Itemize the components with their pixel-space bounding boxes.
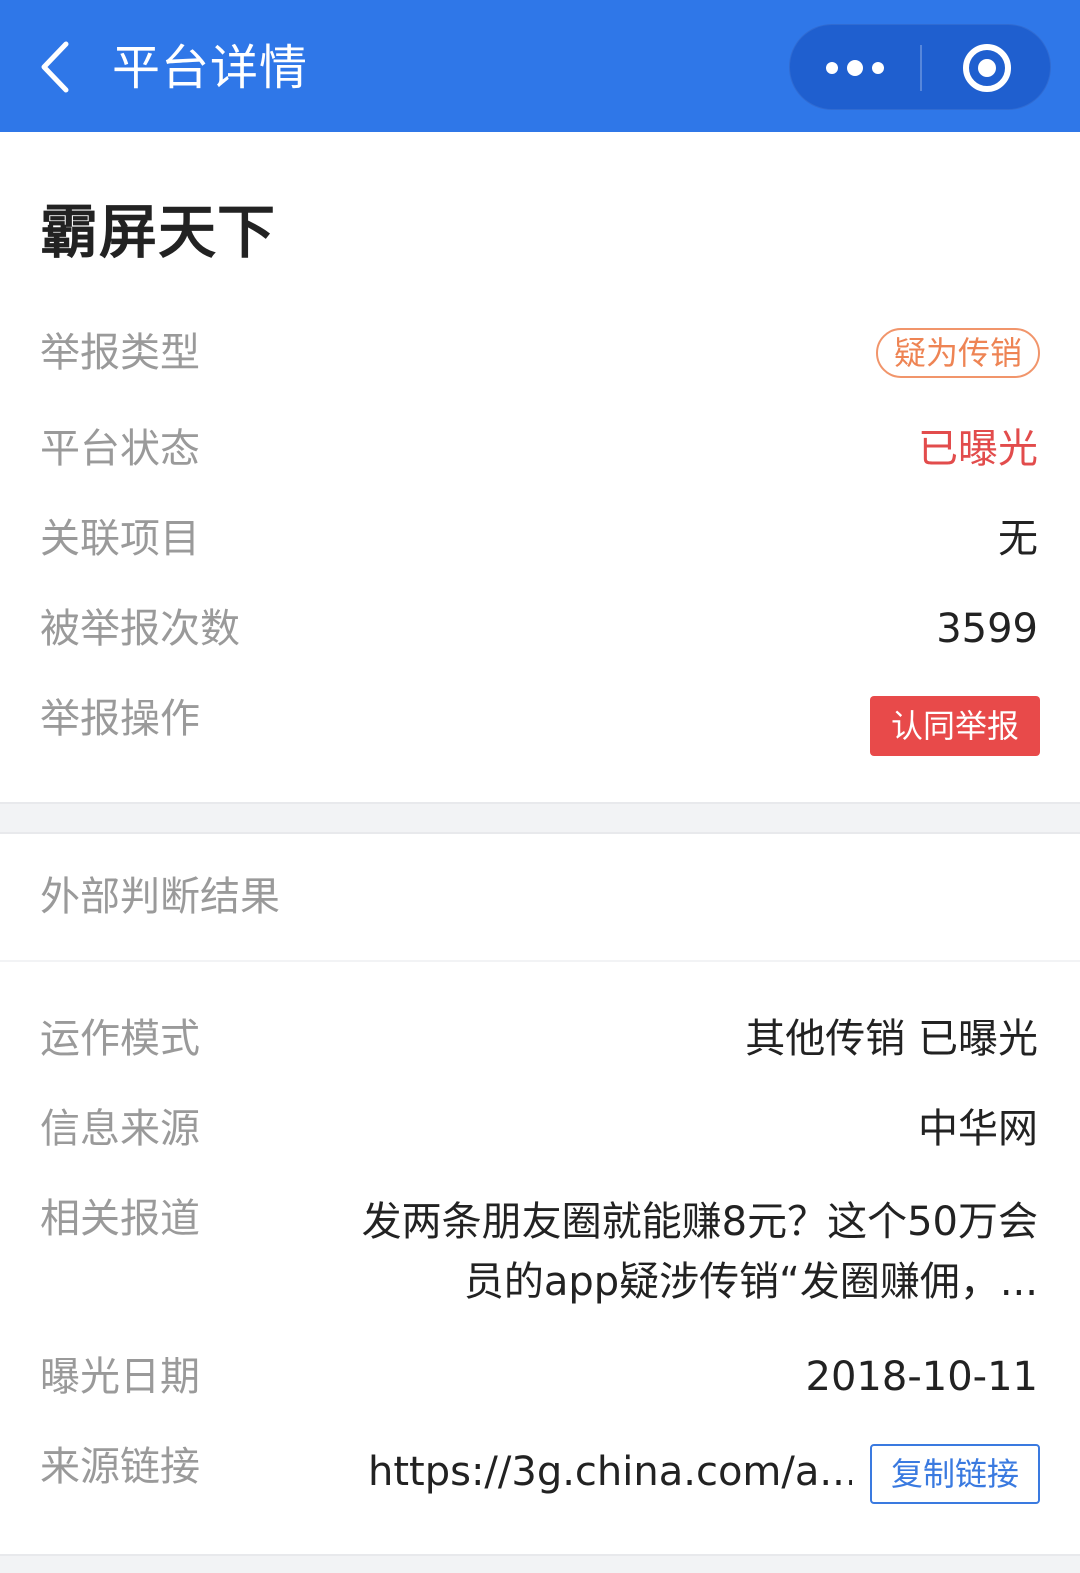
- status-value: 已曝光: [918, 426, 1038, 472]
- mini-program-capsule: [789, 24, 1051, 110]
- back-button[interactable]: [34, 40, 78, 94]
- source-label: 信息来源: [40, 1106, 200, 1152]
- target-circle-icon: [963, 44, 1011, 92]
- agree-report-button[interactable]: 认同举报: [870, 696, 1040, 756]
- date-value: 2018-10-11: [805, 1354, 1038, 1400]
- date-label: 曝光日期: [40, 1354, 200, 1400]
- related-value: 无: [998, 516, 1038, 562]
- related-report-label: 相关报道: [40, 1196, 200, 1242]
- related-report-link[interactable]: 发两条朋友圈就能赚8元？这个50万会员的app疑涉传销“发圈赚佣，...: [348, 1192, 1038, 1312]
- mode-label: 运作模式: [40, 1016, 200, 1062]
- section-title: 外部判断结果: [40, 874, 280, 920]
- chevron-left-icon: [41, 41, 69, 93]
- report-count-value: 3599: [936, 606, 1038, 652]
- report-type-label: 举报类型: [40, 330, 200, 376]
- report-action-label: 举报操作: [40, 696, 200, 742]
- more-button[interactable]: [790, 25, 920, 111]
- mode-value: 其他传销 已曝光: [745, 1016, 1038, 1062]
- page-title: 平台详情: [112, 40, 309, 96]
- close-button[interactable]: [922, 25, 1052, 111]
- report-type-badge: 疑为传销: [875, 328, 1040, 378]
- source-value: 中华网: [918, 1106, 1038, 1152]
- external-result-card: 外部判断结果 运作模式 其他传销 已曝光 信息来源 中华网 相关报道 发两条朋友…: [0, 832, 1080, 1556]
- report-count-label: 被举报次数: [40, 606, 240, 652]
- platform-info-card: 霸屏天下 举报类型 疑为传销 平台状态 已曝光 关联项目 无 被举报次数 359…: [0, 132, 1080, 804]
- source-link-label: 来源链接: [40, 1444, 200, 1490]
- platform-name: 霸屏天下: [40, 198, 277, 266]
- section-divider: [0, 960, 1080, 962]
- more-dots-icon: [826, 60, 884, 76]
- related-label: 关联项目: [40, 516, 200, 562]
- nav-header: 平台详情: [0, 0, 1080, 132]
- source-link-text: https://3g.china.com/a...: [368, 1449, 852, 1495]
- copy-link-button[interactable]: 复制链接: [870, 1444, 1040, 1504]
- status-label: 平台状态: [40, 426, 200, 472]
